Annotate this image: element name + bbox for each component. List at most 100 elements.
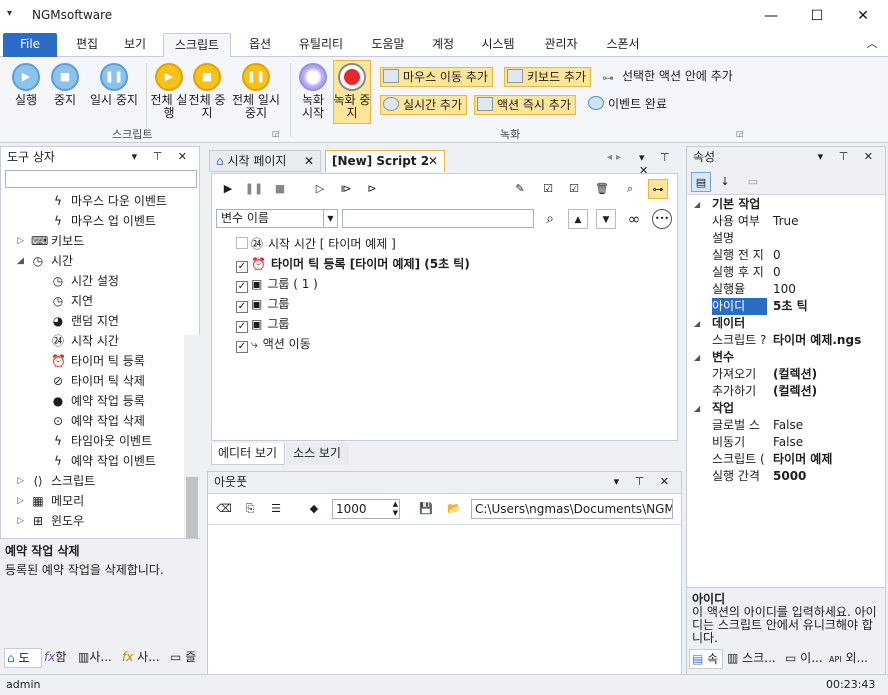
property-value[interactable]: 타이머 예제.ngs [773,332,861,349]
tab-start-page[interactable]: ⌂ 시작 페이지 ✕ [209,150,321,172]
tree-item[interactable]: ● 예약 작업 등록 [51,391,145,411]
tree-item[interactable]: ⊘ 타이머 틱 삭제 [51,371,145,391]
play-button[interactable]: ▶ 실행 [6,63,46,107]
property-value[interactable]: 100 [773,281,796,298]
delete-icon[interactable]: 🗑 [592,179,612,199]
toolbox-search-input[interactable] [5,170,197,188]
panel-controls-icon[interactable]: ▾ ⊤ ✕ [132,147,193,167]
expand-toggle-icon[interactable]: ◢ [17,251,24,271]
tab-view[interactable]: 보기 [116,33,154,57]
tree-item[interactable]: ϟ 예약 작업 이벤트 [51,451,156,471]
property-value[interactable]: 0 [773,264,781,281]
action-row[interactable]: ✓ ▣ 그룹 ( 1 ) [236,274,318,294]
property-row[interactable]: 아이디 5초 틱 [687,298,885,315]
variable-select[interactable]: 변수 이름 ▼ [216,209,338,228]
tab-script[interactable]: 스크립트 [163,33,231,57]
tab-nav-icon[interactable]: ◂▸ [607,152,625,163]
dialog-launcher-icon[interactable]: ◲ [736,129,744,138]
tree-item[interactable]: ▷ ⟨⟩ 스크립트 [17,471,95,491]
tab-user-a[interactable]: ▥사... [76,648,118,668]
action-row[interactable]: ㉔ 시작 시간 [ 타이머 예제 ] [236,234,396,254]
event-done-button[interactable]: 이벤트 완료 [586,95,671,115]
tab-user-b[interactable]: fx 사... [120,648,166,668]
property-row[interactable]: 사용 여부 True [687,213,885,230]
record-stop-content[interactable]: 녹화 중지 [333,63,371,120]
property-value[interactable]: False [773,434,803,451]
property-row[interactable]: 비동기 False [687,434,885,451]
tree-item[interactable]: ⏰ 타이머 틱 등록 [51,351,145,371]
pause-all-button[interactable]: ❚❚ 전체 일시 중지 [228,63,284,120]
eraser-icon[interactable]: ◆ [304,499,324,519]
tab-edit[interactable]: 편집 [66,33,108,57]
tab-options[interactable]: 옵션 [240,33,280,57]
close-button[interactable]: ✕ [840,0,886,32]
property-value[interactable]: 5초 틱 [773,298,808,315]
play-all-button[interactable]: ▶ 전체 실행 [150,63,188,120]
action-now-add-button[interactable]: 액션 즉시 추가 [474,95,576,115]
categorized-icon[interactable]: ▤ [691,172,711,192]
tree-item[interactable]: ◕ 랜덤 지연 [51,311,119,331]
action-row[interactable]: ✓ ▣ 그룹 [236,294,289,314]
tab-toolbox[interactable]: ⌂ 도 [4,648,42,668]
stop-all-button[interactable]: ■ 전체 중지 [188,63,226,120]
property-category[interactable]: ◢ 변수 [687,349,885,366]
tab-help[interactable]: 도움말 [362,33,414,57]
check-all-icon[interactable]: ☑ [538,179,558,199]
property-row[interactable]: 실행 후 지 0 [687,264,885,281]
new-log-icon[interactable]: ⎘ [240,499,260,519]
action-checkbox[interactable]: ✓ [236,301,248,313]
tab-source-view[interactable]: 소스 보기 [287,443,349,465]
action-row[interactable]: ✓ ▣ 그룹 [236,314,289,334]
file-tab[interactable]: File [3,33,57,57]
property-category[interactable]: ◢ 기본 작업 [687,196,885,213]
pause-icon[interactable]: ❚❚ [244,179,264,199]
record-start-button[interactable]: 녹화 시작 [295,63,331,120]
tab-system[interactable]: 시스템 [472,33,524,57]
tab-sponsor[interactable]: 스폰서 [598,33,648,57]
folder-icon[interactable]: 📂 [444,499,464,519]
stop-icon[interactable]: ■ [270,179,290,199]
dialog-launcher-icon[interactable]: ◲ [272,129,280,138]
property-pages-icon[interactable]: ▭ [743,172,763,192]
tab-account[interactable]: 계정 [424,33,462,57]
tree-item[interactable]: ϟ 마우스 다운 이벤트 [51,191,167,211]
tree-item[interactable]: ◷ 시간 설정 [51,271,119,291]
search-icon[interactable]: ⌕ [540,209,560,229]
expand-toggle-icon[interactable]: ▷ [17,491,24,511]
tab-admin[interactable]: 관리자 [534,33,588,57]
close-tab-icon[interactable]: ✕ [304,151,314,171]
edit-icon[interactable]: ✎ [510,179,530,199]
tab-external[interactable]: API 외... [827,649,885,669]
save-icon[interactable]: 💾 [416,499,436,519]
tab-functions[interactable]: fx함 [42,648,76,668]
tree-item[interactable]: ϟ 타임아웃 이벤트 [51,431,152,451]
pause-button[interactable]: ❚❚ 일시 중지 [86,63,142,107]
clear-output-icon[interactable]: ⌫ [214,499,234,519]
run-icon[interactable]: ▶ [218,179,238,199]
tab-favorites[interactable]: ▭ 즐 [168,648,200,668]
sort-az-icon[interactable]: ↓ [715,172,735,192]
tab-images[interactable]: ▭ 이... [783,649,823,669]
minimize-button[interactable]: — [748,0,794,32]
property-value[interactable]: (컬렉션) [773,366,817,383]
move-down-icon[interactable]: ▼ [596,209,616,229]
action-checkbox[interactable]: ✓ [236,261,248,273]
output-panel-controls-icon[interactable]: ▾ ⊤ ✕ [614,472,675,492]
property-value[interactable]: 타이머 예제 [773,451,832,468]
property-value[interactable]: 0 [773,247,781,264]
property-category[interactable]: ◢ 데이터 [687,315,885,332]
action-checkbox[interactable]: ✓ [236,281,248,293]
mouse-move-add-button[interactable]: 마우스 이동 추가 [380,67,493,87]
step-icon[interactable]: ▷ [310,179,330,199]
property-row[interactable]: 스크립트 ? 타이머 예제.ngs [687,332,885,349]
action-checkbox[interactable] [236,237,248,249]
expand-toggle-icon[interactable]: ▷ [17,471,24,491]
step-over-icon[interactable]: ⊳ [362,179,382,199]
expand-toggle-icon[interactable]: ▷ [17,511,24,531]
property-value[interactable]: (컬렉션) [773,383,817,400]
collapse-icon[interactable]: ◢ [694,400,700,417]
more-icon[interactable]: ••• [652,209,672,229]
collapse-icon[interactable]: ◢ [694,196,700,213]
infinity-icon[interactable]: ∞ [624,209,644,229]
maximize-button[interactable]: ☐ [794,0,840,32]
